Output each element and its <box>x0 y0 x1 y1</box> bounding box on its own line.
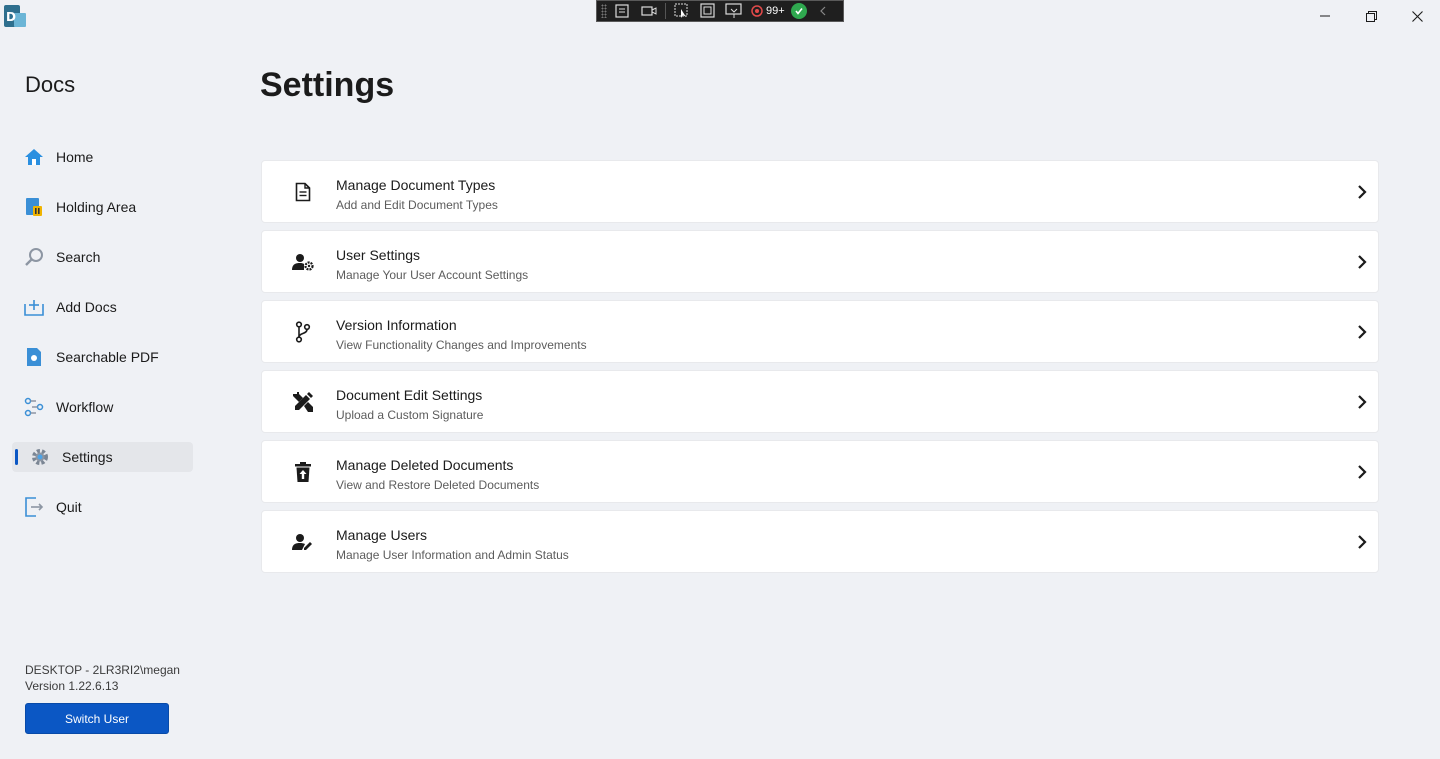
restore-button[interactable] <box>1348 0 1394 32</box>
document-icon <box>292 181 314 203</box>
setting-version-information[interactable]: Version Information View Functionality C… <box>261 300 1379 363</box>
edit-tools-icon <box>292 391 314 413</box>
close-icon <box>1411 10 1423 22</box>
branch-icon <box>292 321 314 343</box>
setting-subtitle: Upload a Custom Signature <box>336 408 484 422</box>
setting-subtitle: View Functionality Changes and Improveme… <box>336 338 587 352</box>
video-icon[interactable] <box>639 2 659 20</box>
sidebar-item-label: Quit <box>56 499 82 515</box>
sidebar-item-home[interactable]: Home <box>12 142 193 172</box>
setting-document-edit-settings[interactable]: Document Edit Settings Upload a Custom S… <box>261 370 1379 433</box>
setting-user-settings[interactable]: User Settings Manage Your User Account S… <box>261 230 1379 293</box>
add-docs-icon <box>24 297 44 317</box>
chevron-right-icon <box>1354 463 1370 481</box>
app-window: D 99+ Docs Home Holding Area Search Add … <box>0 0 1440 759</box>
setting-title: Manage Document Types <box>336 177 496 193</box>
searchable-pdf-icon <box>24 347 44 367</box>
sidebar-item-label: Home <box>56 149 94 165</box>
gear-icon <box>30 447 50 467</box>
minimize-button[interactable] <box>1302 0 1348 32</box>
sidebar-item-label: Search <box>56 249 101 265</box>
search-icon <box>24 247 44 267</box>
counter-value: 99+ <box>766 5 785 17</box>
sidebar-item-quit[interactable]: Quit <box>12 492 193 522</box>
collapse-toolbar-icon[interactable] <box>813 2 833 20</box>
user-edit-icon <box>292 531 314 553</box>
setting-manage-deleted-documents[interactable]: Manage Deleted Documents View and Restor… <box>261 440 1379 503</box>
holding-area-icon <box>24 197 44 217</box>
chevron-right-icon <box>1354 323 1370 341</box>
app-brand: Docs <box>25 72 76 97</box>
app-version: Version 1.22.6.13 <box>25 679 119 693</box>
trash-restore-icon <box>292 461 314 483</box>
setting-manage-users[interactable]: Manage Users Manage User Information and… <box>261 510 1379 573</box>
setting-title: Version Information <box>336 317 457 333</box>
sidebar-item-label: Holding Area <box>56 199 137 215</box>
setting-title: Manage Deleted Documents <box>336 457 514 473</box>
user-gear-icon <box>292 251 314 273</box>
layout-adorner-icon[interactable] <box>698 2 718 20</box>
settings-list: Manage Document Types Add and Edit Docum… <box>261 160 1379 580</box>
setting-subtitle: View and Restore Deleted Documents <box>336 478 540 492</box>
setting-manage-document-types[interactable]: Manage Document Types Add and Edit Docum… <box>261 160 1379 223</box>
close-button[interactable] <box>1394 0 1440 32</box>
binding-failures-counter[interactable]: 99+ <box>750 4 785 18</box>
setting-title: Manage Users <box>336 527 428 543</box>
sidebar-item-label: Searchable PDF <box>56 349 159 365</box>
workflow-icon <box>24 397 44 417</box>
setting-subtitle: Manage User Information and Admin Status <box>336 548 569 562</box>
check-ok-icon[interactable] <box>790 3 807 19</box>
sidebar-item-holding-area[interactable]: Holding Area <box>12 192 193 222</box>
restore-icon <box>1365 10 1377 22</box>
debug-toolbar: 99+ <box>596 0 844 22</box>
app-logo-icon: D <box>4 5 26 29</box>
chevron-right-icon <box>1354 393 1370 411</box>
svg-text:D: D <box>6 10 16 24</box>
user-info: DESKTOP - 2LR3RI2\megan Version 1.22.6.1… <box>25 662 180 694</box>
sidebar-item-workflow[interactable]: Workflow <box>12 392 193 422</box>
switch-user-button[interactable]: Switch User <box>25 703 169 734</box>
sidebar-item-label: Workflow <box>56 399 114 415</box>
chevron-right-icon <box>1354 253 1370 271</box>
live-tree-icon[interactable] <box>613 2 633 20</box>
select-element-icon[interactable] <box>672 2 692 20</box>
current-user: DESKTOP - 2LR3RI2\megan <box>25 663 180 677</box>
minimize-icon <box>1320 15 1330 17</box>
drag-grip-icon[interactable] <box>601 4 607 18</box>
window-controls <box>1302 0 1440 32</box>
sidebar-nav: Home Holding Area Search Add Docs Search… <box>12 142 193 542</box>
sidebar-item-label: Add Docs <box>56 299 117 315</box>
quit-icon <box>24 497 44 517</box>
home-icon <box>24 147 44 167</box>
setting-subtitle: Add and Edit Document Types <box>336 198 498 212</box>
toolbar-separator <box>665 3 666 19</box>
track-focus-icon[interactable] <box>724 2 744 20</box>
chevron-right-icon <box>1354 183 1370 201</box>
sidebar-item-label: Settings <box>62 449 113 465</box>
page-title: Settings <box>260 66 395 104</box>
setting-title: Document Edit Settings <box>336 387 483 403</box>
setting-subtitle: Manage Your User Account Settings <box>336 268 529 282</box>
chevron-right-icon <box>1354 533 1370 551</box>
sidebar-item-searchable-pdf[interactable]: Searchable PDF <box>12 342 193 372</box>
sidebar-item-add-docs[interactable]: Add Docs <box>12 292 193 322</box>
sidebar-item-settings[interactable]: Settings <box>12 442 193 472</box>
sidebar-item-search[interactable]: Search <box>12 242 193 272</box>
setting-title: User Settings <box>336 247 421 263</box>
